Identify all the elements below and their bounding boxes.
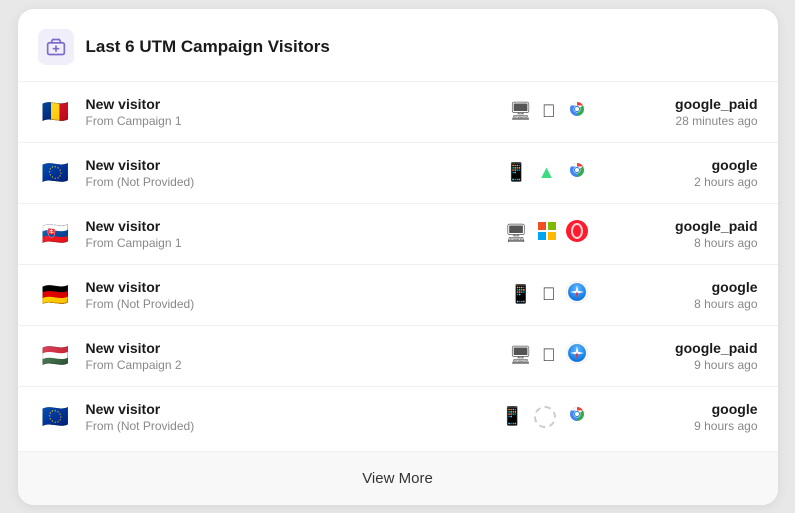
browser-icon <box>566 159 588 186</box>
visitor-name: New visitor <box>86 218 505 234</box>
browser-icon <box>566 342 588 369</box>
visitor-icons: 🖥  <box>509 342 587 369</box>
source-info: google 9 hours ago <box>628 401 758 433</box>
source-name: google <box>628 279 758 295</box>
visitor-flag: 🇪🇺 <box>38 155 74 191</box>
browser-icon <box>566 403 588 430</box>
visitor-info: New visitor From (Not Provided) <box>86 401 502 433</box>
visitors-list: 🇷🇴 New visitor From Campaign 1 🖥  googl… <box>18 81 778 447</box>
header-icon <box>38 29 74 65</box>
visitor-row: 🇪🇺 New visitor From (Not Provided) 📱 goo… <box>18 386 778 447</box>
browser-icon <box>566 281 588 308</box>
visitor-name: New visitor <box>86 96 510 112</box>
visitor-info: New visitor From (Not Provided) <box>86 279 510 311</box>
device-icon: 🖥 <box>505 223 528 244</box>
os-icon <box>538 222 556 245</box>
device-icon: 🖥 <box>509 345 532 366</box>
visitor-row: 🇩🇪 New visitor From (Not Provided) 📱  g… <box>18 264 778 325</box>
device-icon: 📱 <box>505 162 527 183</box>
os-icon:  <box>542 101 556 122</box>
visitor-name: New visitor <box>86 401 502 417</box>
visitor-campaign: From (Not Provided) <box>86 175 506 189</box>
unknown-os-icon <box>534 406 556 428</box>
visitor-flag: 🇸🇰 <box>38 216 74 252</box>
visitor-name: New visitor <box>86 279 510 295</box>
source-time: 28 minutes ago <box>628 114 758 128</box>
visitor-campaign: From (Not Provided) <box>86 419 502 433</box>
visitor-info: New visitor From (Not Provided) <box>86 157 506 189</box>
visitor-icons: 🖥  <box>509 98 587 125</box>
source-time: 8 hours ago <box>628 236 758 250</box>
visitor-row: 🇪🇺 New visitor From (Not Provided) 📱 ▲ g… <box>18 142 778 203</box>
visitor-campaign: From Campaign 2 <box>86 358 510 372</box>
visitor-row: 🇭🇺 New visitor From Campaign 2 🖥  googl… <box>18 325 778 386</box>
source-name: google_paid <box>628 96 758 112</box>
view-more-button[interactable]: View More <box>18 451 778 505</box>
utm-visitors-card: Last 6 UTM Campaign Visitors 🇷🇴 New visi… <box>18 9 778 505</box>
os-icon:  <box>542 284 556 305</box>
visitor-campaign: From (Not Provided) <box>86 297 510 311</box>
source-name: google_paid <box>628 218 758 234</box>
source-info: google 8 hours ago <box>628 279 758 311</box>
source-name: google <box>628 401 758 417</box>
source-info: google_paid 8 hours ago <box>628 218 758 250</box>
device-icon: 📱 <box>501 406 523 427</box>
card-title: Last 6 UTM Campaign Visitors <box>86 37 330 57</box>
source-name: google <box>628 157 758 173</box>
source-info: google 2 hours ago <box>628 157 758 189</box>
visitor-row: 🇸🇰 New visitor From Campaign 1 🖥 google_… <box>18 203 778 264</box>
visitor-info: New visitor From Campaign 1 <box>86 96 510 128</box>
source-time: 9 hours ago <box>628 358 758 372</box>
visitor-name: New visitor <box>86 340 510 356</box>
browser-icon <box>566 98 588 125</box>
visitor-flag: 🇷🇴 <box>38 94 74 130</box>
visitor-icons: 📱 ▲ <box>505 159 587 186</box>
visitor-campaign: From Campaign 1 <box>86 114 510 128</box>
source-time: 2 hours ago <box>628 175 758 189</box>
source-info: google_paid 9 hours ago <box>628 340 758 372</box>
card-header: Last 6 UTM Campaign Visitors <box>18 29 778 81</box>
device-icon: 🖥 <box>509 101 532 122</box>
visitor-flag: 🇪🇺 <box>38 399 74 435</box>
visitor-info: New visitor From Campaign 1 <box>86 218 505 250</box>
visitor-flag: 🇩🇪 <box>38 277 74 313</box>
visitor-campaign: From Campaign 1 <box>86 236 505 250</box>
visitor-flag: 🇭🇺 <box>38 338 74 374</box>
visitor-row: 🇷🇴 New visitor From Campaign 1 🖥  googl… <box>18 81 778 142</box>
os-icon <box>534 406 556 428</box>
visitor-name: New visitor <box>86 157 506 173</box>
visitor-icons: 📱 <box>501 403 587 430</box>
browser-icon <box>566 220 588 247</box>
visitor-info: New visitor From Campaign 2 <box>86 340 510 372</box>
os-icon:  <box>542 345 556 366</box>
os-icon: ▲ <box>538 162 556 183</box>
source-info: google_paid 28 minutes ago <box>628 96 758 128</box>
source-time: 8 hours ago <box>628 297 758 311</box>
source-time: 9 hours ago <box>628 419 758 433</box>
visitor-icons: 🖥 <box>505 220 588 247</box>
source-name: google_paid <box>628 340 758 356</box>
device-icon: 📱 <box>510 284 532 305</box>
visitor-icons: 📱  <box>510 281 588 308</box>
